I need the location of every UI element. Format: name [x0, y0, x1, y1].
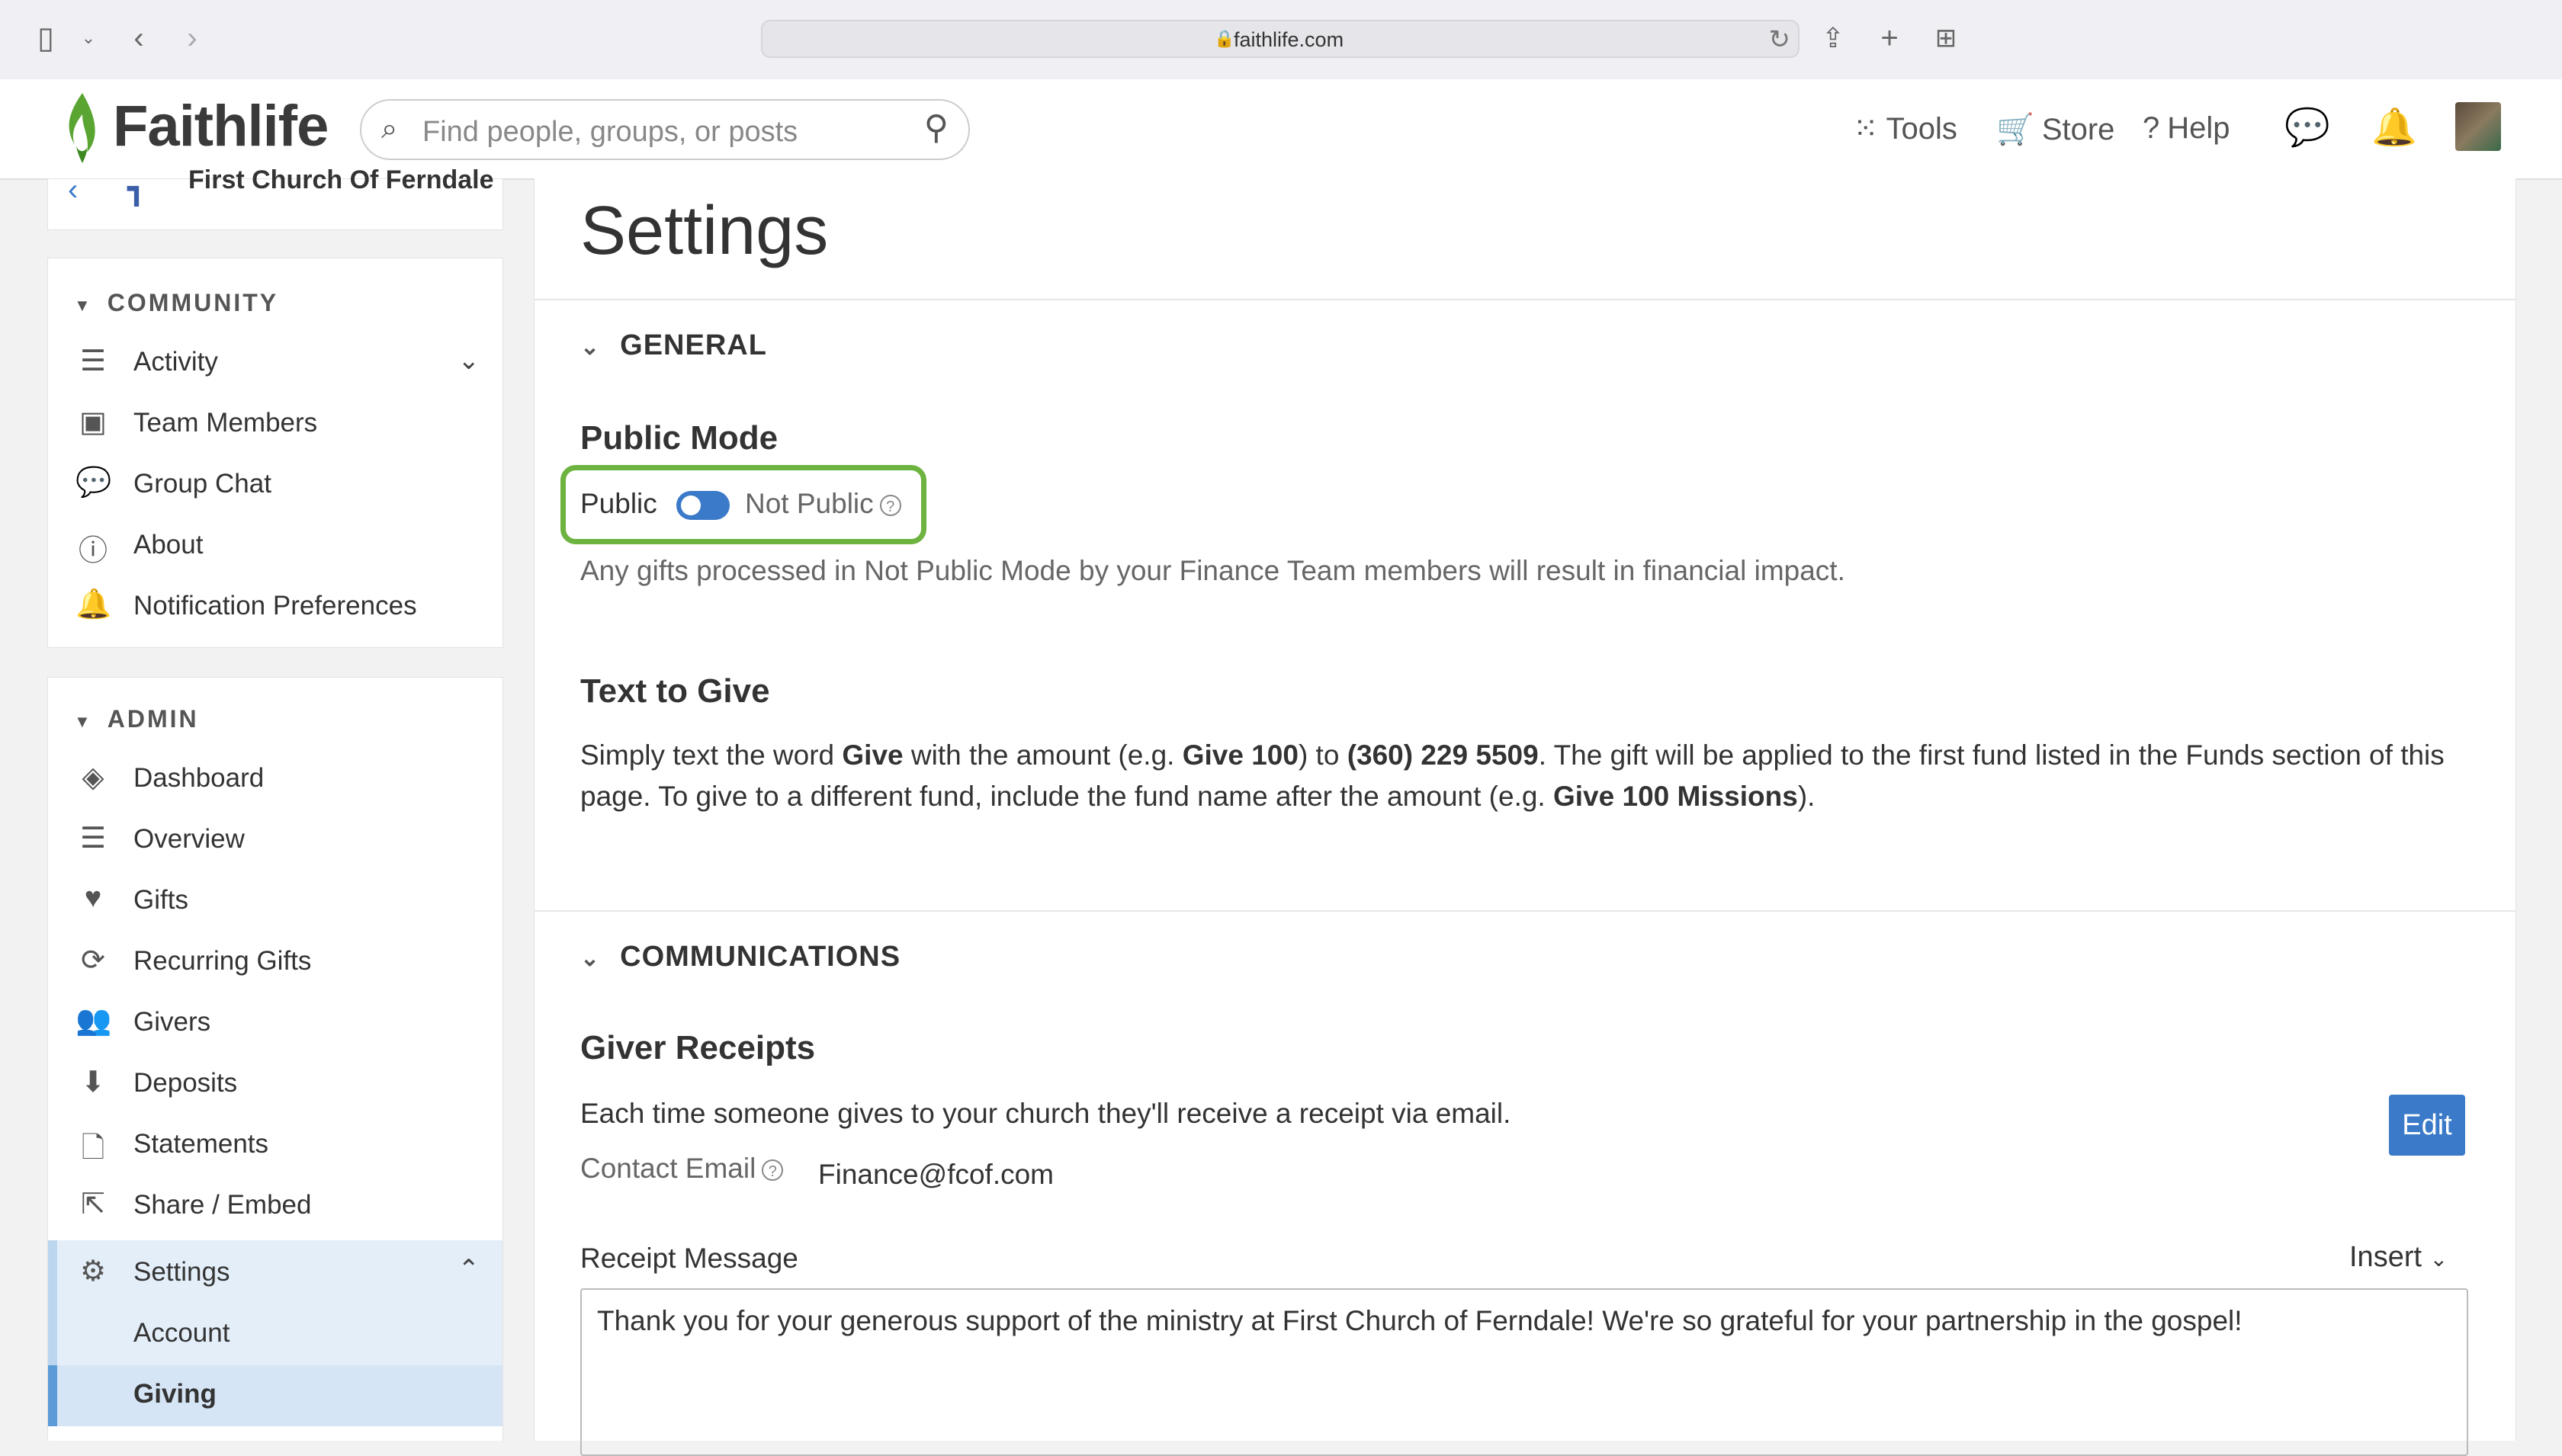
back-chevron-icon[interactable]: ‹: [68, 173, 78, 207]
receipt-message-label: Receipt Message: [580, 1243, 798, 1274]
search-input[interactable]: ⌕ Find people, groups, or posts ⚲: [360, 99, 970, 160]
chevron-down-icon[interactable]: ⌄: [458, 345, 480, 376]
triangle-down-icon: ▼: [74, 296, 91, 315]
sidebar-item-notification-preferences[interactable]: 🔔 Notification Preferences: [48, 577, 502, 635]
sidebar-item-team-members[interactable]: ▣ Team Members: [48, 394, 502, 452]
public-mode-title: Public Mode: [580, 419, 779, 457]
chat-icon: 💬: [75, 467, 112, 499]
sidebar-item-settings[interactable]: ⚙ Settings ⌃: [48, 1240, 502, 1304]
user-avatar[interactable]: [2455, 102, 2501, 151]
lock-icon: 🔒: [1214, 29, 1235, 48]
reload-icon[interactable]: ↻: [1769, 24, 1791, 55]
sidebar-item-about[interactable]: ⓘ About: [48, 516, 502, 574]
share-icon[interactable]: ⇪: [1815, 20, 1851, 56]
sidebar-item-share-embed[interactable]: ⇱ Share / Embed: [48, 1176, 502, 1234]
communications-section-toggle[interactable]: ⌄ COMMUNICATIONS: [580, 941, 901, 973]
tools-link[interactable]: ⁙ Tools: [1853, 111, 1957, 146]
address-bar[interactable]: 🔒 faithlife.com ↻: [761, 20, 1800, 58]
receipt-message-textarea[interactable]: Thank you for your generous support of t…: [580, 1288, 2468, 1456]
badge-icon: ▣: [79, 406, 107, 438]
store-link[interactable]: 🛒 Store: [1996, 111, 2114, 147]
receipt-message-text: Thank you for your generous support of t…: [597, 1305, 2243, 1336]
chevron-down-icon: ⌄: [2429, 1247, 2448, 1271]
admin-nav: ▼ ADMIN ◈ Dashboard ☰ Overview ♥ Gifts ⟳ …: [47, 677, 503, 1441]
general-section-toggle[interactable]: ⌄ GENERAL: [580, 329, 767, 362]
document-icon: 🗋: [81, 1132, 105, 1164]
tab-overview-icon[interactable]: ⊞: [1928, 20, 1964, 56]
recurring-icon: ⟳: [81, 944, 105, 977]
community-heading[interactable]: ▼ COMMUNITY: [74, 289, 278, 317]
public-mode-highlight: [560, 465, 926, 544]
download-circle-icon: ⬇: [81, 1066, 105, 1098]
chevron-down-icon: ⌄: [580, 946, 601, 971]
gear-icon: ⚙: [79, 1256, 107, 1288]
contact-email-label: Contact Email?: [580, 1148, 784, 1189]
heart-icon: ♥: [84, 882, 102, 914]
sidebar-subitem-giving[interactable]: Giving: [48, 1365, 502, 1426]
contact-email-value: Finance@fcof.com: [818, 1159, 1055, 1190]
sidebar-item-deposits[interactable]: ⬇ Deposits: [48, 1054, 502, 1112]
back-icon[interactable]: ‹: [120, 20, 157, 56]
divider: [535, 299, 2515, 300]
sidebar-item-group-chat[interactable]: 💬 Group Chat: [48, 455, 502, 513]
sidebar-item-activity[interactable]: ☰ Activity ⌄: [48, 333, 502, 391]
page-title: Settings: [580, 193, 829, 269]
group-header-card: ‹ ┓ First Church Of Ferndale: [47, 165, 503, 230]
info-icon: ⓘ: [78, 535, 108, 567]
help-circle-icon: ?: [2143, 111, 2160, 145]
location-pin-icon[interactable]: ⚲: [924, 108, 949, 147]
insert-dropdown[interactable]: Insert ⌄: [2349, 1241, 2448, 1274]
grid-icon: ⁙: [1853, 112, 1879, 146]
notifications-bell-icon[interactable]: 🔔: [2371, 105, 2417, 149]
text-to-give-title: Text to Give: [580, 672, 770, 710]
people-icon: 👥: [75, 1005, 112, 1037]
active-indicator: [48, 1365, 57, 1426]
giver-receipts-description: Each time someone gives to your church t…: [580, 1098, 1511, 1129]
browser-toolbar: ▯ ⌄ ‹ › 🔒 faithlife.com ↻ ⇪ + ⊞: [0, 0, 2562, 80]
help-link[interactable]: ? Help: [2143, 111, 2230, 146]
dashboard-icon: ◈: [82, 762, 104, 794]
bell-icon: 🔔: [75, 588, 112, 621]
sidebar-item-givers[interactable]: 👥 Givers: [48, 993, 502, 1051]
sidebar-subitem-account[interactable]: Account: [48, 1304, 502, 1365]
sidebar-item-dashboard[interactable]: ◈ Dashboard: [48, 749, 502, 807]
text-to-give-description: Simply text the word Give with the amoun…: [580, 739, 2445, 812]
sidebar-toggle-icon[interactable]: ▯: [27, 20, 64, 56]
chevron-down-icon[interactable]: ⌄: [70, 20, 107, 56]
external-link-icon: ⇱: [81, 1188, 105, 1220]
list-icon: ☰: [79, 823, 107, 855]
sidebar-item-recurring-gifts[interactable]: ⟳ Recurring Gifts: [48, 932, 502, 990]
settings-panel: Settings ⌄ GENERAL Public Mode Public Not…: [534, 178, 2516, 1456]
sidebar-item-overview[interactable]: ☰ Overview: [48, 810, 502, 868]
messages-icon[interactable]: 💬: [2284, 105, 2330, 149]
community-nav: ▼ COMMUNITY ☰ Activity ⌄ ▣ Team Members 💬…: [47, 258, 503, 648]
search-placeholder: Find people, groups, or posts: [422, 116, 798, 148]
divider: [535, 910, 2515, 912]
new-tab-icon[interactable]: +: [1871, 20, 1908, 56]
help-question-icon[interactable]: ?: [762, 1159, 784, 1182]
faithlife-flame-icon[interactable]: [59, 91, 105, 165]
group-name[interactable]: First Church Of Ferndale: [188, 165, 494, 195]
url-text: faithlife.com: [1234, 28, 1344, 51]
forward-icon[interactable]: ›: [174, 20, 210, 56]
search-icon: ⌕: [381, 113, 398, 145]
group-logo-icon: ┓: [127, 172, 146, 206]
cart-icon: 🛒: [1996, 113, 2034, 146]
public-mode-note: Any gifts processed in Not Public Mode b…: [580, 555, 1845, 586]
giver-receipts-title: Giver Receipts: [580, 1029, 816, 1066]
admin-heading[interactable]: ▼ ADMIN: [74, 705, 199, 733]
faithlife-logo[interactable]: Faithlife: [113, 93, 329, 159]
sidebar-item-statements[interactable]: 🗋 Statements: [48, 1115, 502, 1173]
triangle-down-icon: ▼: [74, 712, 91, 731]
chevron-up-icon[interactable]: ⌃: [458, 1254, 480, 1284]
list-icon: ☰: [79, 345, 107, 377]
sidebar-item-gifts[interactable]: ♥ Gifts: [48, 871, 502, 929]
edit-button[interactable]: Edit: [2389, 1095, 2465, 1156]
selection-indicator: [48, 1240, 57, 1365]
chevron-down-icon: ⌄: [580, 335, 601, 360]
